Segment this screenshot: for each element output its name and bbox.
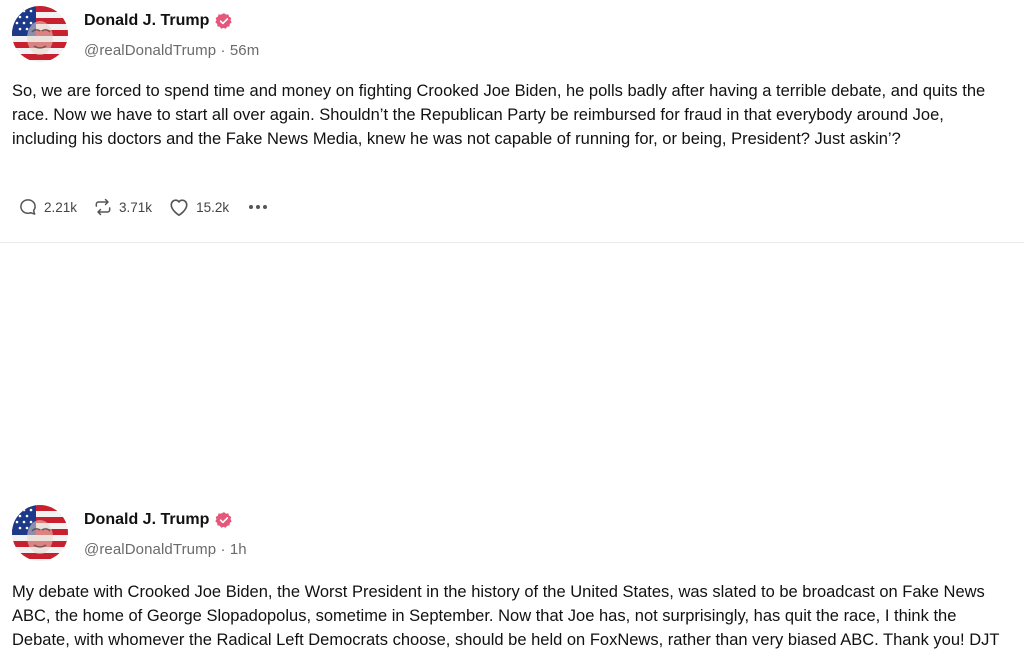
avatar[interactable] — [12, 505, 68, 561]
post-actions: 2.21k 3.71k 15.2k — [18, 194, 268, 220]
more-dot-icon — [249, 205, 254, 209]
avatar[interactable] — [12, 6, 68, 62]
post-header: Donald J. Trump @realDonaldTrump · 1h — [12, 505, 247, 561]
post-time[interactable]: 1h — [230, 541, 247, 558]
verified-badge-icon — [215, 512, 232, 528]
verified-badge-icon — [215, 13, 232, 29]
more-dot-icon — [256, 205, 261, 209]
separator: · — [220, 42, 226, 59]
reply-icon — [20, 199, 36, 215]
handle-row: @realDonaldTrump · 56m — [84, 42, 259, 59]
repost-count: 3.71k — [119, 199, 153, 215]
reply-button[interactable]: 2.21k — [18, 197, 77, 217]
handle[interactable]: @realDonaldTrump — [84, 541, 216, 558]
reply-count: 2.21k — [44, 199, 78, 215]
display-name[interactable]: Donald J. Trump — [84, 511, 209, 529]
post-header: Donald J. Trump @realDonaldTrump · 56m — [12, 6, 259, 62]
flag-portrait-avatar-icon — [12, 6, 68, 62]
handle-row: @realDonaldTrump · 1h — [84, 541, 247, 558]
like-count: 15.2k — [196, 199, 230, 215]
post[interactable]: Donald J. Trump @realDonaldTrump · 1h My… — [0, 243, 1024, 649]
repost-icon — [95, 198, 111, 216]
post-text: So, we are forced to spend time and mone… — [12, 82, 986, 148]
post-text: My debate with Crooked Joe Biden, the Wo… — [12, 583, 1000, 649]
more-dot-icon — [263, 205, 268, 209]
separator: · — [220, 541, 226, 558]
heart-icon — [170, 199, 188, 216]
feed: Donald J. Trump @realDonaldTrump · 56m S… — [0, 0, 1024, 649]
display-name[interactable]: Donald J. Trump — [84, 12, 209, 30]
flag-portrait-avatar-icon — [12, 505, 68, 561]
more-options-button[interactable] — [249, 205, 268, 209]
repost-button[interactable]: 3.71k — [93, 197, 152, 217]
post-time[interactable]: 56m — [230, 42, 259, 59]
post[interactable]: Donald J. Trump @realDonaldTrump · 56m S… — [0, 0, 1024, 243]
like-button[interactable]: 15.2k — [168, 197, 229, 217]
handle[interactable]: @realDonaldTrump — [84, 42, 216, 59]
